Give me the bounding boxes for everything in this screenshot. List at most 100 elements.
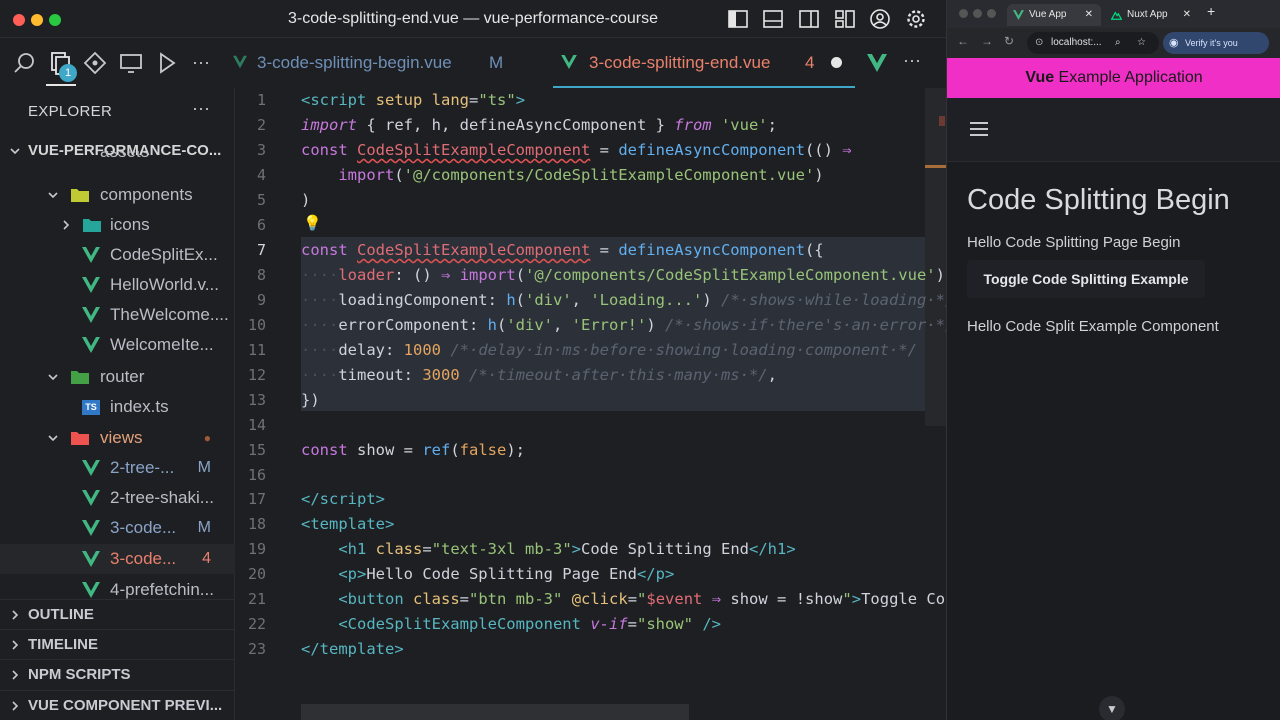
file-3-code-end[interactable]: 3-code... 4: [0, 544, 235, 574]
zoom-icon[interactable]: ⌕: [1115, 32, 1121, 54]
search-icon[interactable]: [12, 50, 38, 76]
folder-router[interactable]: router: [0, 362, 235, 392]
run-debug-icon[interactable]: [153, 50, 179, 76]
browser-tab-nuxt-app[interactable]: Nuxt App ✕: [1105, 4, 1199, 26]
lightbulb-icon[interactable]: 💡: [303, 214, 322, 232]
code-line: <template>: [301, 515, 395, 533]
line-number: 21: [247, 590, 266, 608]
settings-gear-icon[interactable]: [905, 8, 927, 30]
horizontal-scrollbar[interactable]: [301, 704, 689, 720]
code-split-component-text: Hello Code Split Example Component: [967, 318, 1219, 335]
folder-views[interactable]: views ●: [0, 423, 235, 453]
reload-icon[interactable]: ↻: [1004, 34, 1014, 48]
file-2-tree-begin[interactable]: 2-tree-... M: [0, 453, 235, 483]
section-outline[interactable]: OUTLINE: [0, 599, 235, 629]
customize-layout-icon[interactable]: [834, 8, 856, 30]
unsaved-dot[interactable]: [831, 57, 842, 68]
code-line: import('@/components/CodeSplitExampleCom…: [338, 166, 824, 184]
line-number: 9: [256, 291, 266, 309]
vue-file-icon: [82, 247, 100, 263]
modified-dot: ●: [203, 431, 211, 445]
file-helloworld[interactable]: HelloWorld.v...: [0, 270, 235, 300]
file-3-code-begin[interactable]: 3-code... M: [0, 513, 235, 543]
back-icon[interactable]: ←: [957, 34, 969, 48]
toggle-primary-sidebar-icon[interactable]: [727, 8, 749, 30]
section-npm-scripts[interactable]: NPM SCRIPTS: [0, 659, 235, 689]
vue-file-icon: [82, 520, 100, 536]
file-index-ts[interactable]: TS index.ts: [0, 392, 235, 422]
remote-explorer-icon[interactable]: [118, 50, 144, 76]
forward-icon[interactable]: →: [981, 34, 993, 48]
browser-tab-vue-app[interactable]: Vue App ✕: [1007, 4, 1101, 26]
tab-more-button[interactable]: ···: [903, 50, 921, 71]
line-number: 10: [247, 316, 266, 334]
code-editor[interactable]: 1 2 3 4 5 6 7 8 9 10 11 12 13 14 15 16 1…: [235, 88, 946, 720]
vue-file-icon: [82, 307, 100, 323]
tab-code-splitting-begin[interactable]: 3-code-splitting-begin.vue M: [233, 38, 535, 88]
close-tab-icon[interactable]: ✕: [1085, 4, 1093, 26]
code-line: const CodeSplitExampleComponent = define…: [301, 141, 852, 159]
toggle-panel-icon[interactable]: [762, 8, 784, 30]
chevron-right-icon: [12, 701, 19, 711]
source-control-icon[interactable]: [82, 50, 108, 76]
more-views-button[interactable]: ···: [192, 52, 210, 73]
chevron-down-icon: [48, 192, 58, 199]
line-number: 6: [256, 216, 266, 234]
file-thewelcome[interactable]: TheWelcome....: [0, 300, 235, 330]
browser-tab-strip: Vue App ✕ Nuxt App ✕ +: [947, 0, 1280, 28]
close-tab-icon[interactable]: ✕: [1183, 4, 1191, 26]
code-line: <button class="btn mb-3" @click="$event …: [338, 590, 946, 608]
profile-icon: ◉: [1169, 37, 1179, 49]
active-indicator: [46, 84, 76, 86]
browser-window: Vue App ✕ Nuxt App ✕ + ← → ↻ ⊙ localhost…: [946, 0, 1280, 720]
line-number: 7: [256, 241, 266, 259]
code-line: <CodeSplitExampleComponent v-if="show" /…: [338, 615, 721, 633]
explorer-menu-button[interactable]: ···: [192, 98, 210, 119]
folder-icons[interactable]: icons: [0, 210, 235, 240]
verify-identity-button[interactable]: ◉ Verify it's you: [1163, 32, 1269, 54]
code-line: import { ref, h, defineAsyncComponent } …: [301, 116, 777, 134]
hamburger-menu-icon[interactable]: [969, 120, 989, 138]
vue-preview-icon[interactable]: [867, 54, 887, 72]
line-number: 11: [247, 341, 266, 359]
folder-assets[interactable]: assets: [0, 151, 235, 173]
section-timeline[interactable]: TIMELINE: [0, 629, 235, 659]
chevron-right-icon: [63, 220, 70, 230]
explorer-sidebar: EXPLORER ··· VUE-PERFORMANCE-CO... asset…: [0, 88, 235, 720]
explorer-badge: 1: [59, 64, 77, 82]
bookmark-star-icon[interactable]: ☆: [1137, 32, 1146, 54]
app-header: Vue Example Application: [947, 58, 1280, 98]
close-window-button[interactable]: [959, 9, 968, 18]
account-icon[interactable]: [869, 8, 891, 30]
code-line: <script setup lang="ts">: [301, 91, 526, 109]
folder-components[interactable]: components: [0, 180, 235, 210]
code-line: <h1 class="text-3xl mb-3">Code Splitting…: [338, 540, 796, 558]
line-number: 12: [247, 366, 266, 384]
code-line: ····loadingComponent: h('div', 'Loading.…: [301, 291, 946, 309]
folder-views-icon: [71, 432, 89, 445]
minimap-marker: [925, 165, 946, 168]
toggle-secondary-sidebar-icon[interactable]: [798, 8, 820, 30]
page-paragraph: Hello Code Splitting Page Begin: [967, 234, 1181, 251]
line-number: 17: [247, 490, 266, 508]
file-welcomeitem[interactable]: WelcomeIte...: [0, 330, 235, 360]
line-number: 22: [247, 615, 266, 633]
scroll-down-icon[interactable]: ▼: [1099, 696, 1125, 720]
app-nav: [947, 98, 1280, 162]
minimize-window-button[interactable]: [973, 9, 982, 18]
page-heading: Code Splitting Begin: [967, 184, 1230, 216]
file-2-tree-shaking[interactable]: 2-tree-shaki...: [0, 483, 235, 513]
file-codesplit-component[interactable]: CodeSplitEx...: [0, 240, 235, 270]
section-vue-component-preview[interactable]: VUE COMPONENT PREVI...: [0, 690, 235, 720]
toggle-code-splitting-button[interactable]: Toggle Code Splitting Example: [967, 260, 1205, 298]
tab-code-splitting-end[interactable]: 3-code-splitting-end.vue 4: [553, 38, 855, 88]
minimap-marker: [939, 116, 945, 126]
vue-file-icon: [82, 582, 100, 598]
app-content: Code Splitting Begin Hello Code Splittin…: [947, 162, 1280, 720]
address-bar[interactable]: ⊙ localhost:... ⌕ ☆: [1027, 32, 1159, 54]
new-tab-button[interactable]: +: [1207, 3, 1215, 19]
site-info-icon[interactable]: ⊙: [1035, 32, 1043, 54]
vue-file-icon: [561, 55, 577, 69]
zoom-window-button[interactable]: [987, 9, 996, 18]
minimap-slider[interactable]: [925, 88, 946, 426]
